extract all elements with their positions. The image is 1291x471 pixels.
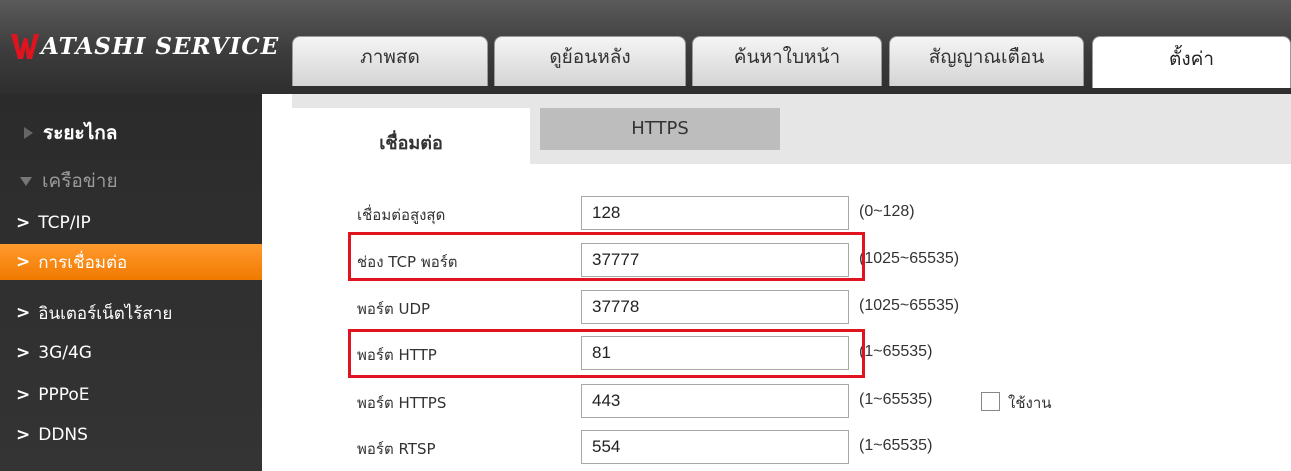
http-port-highlight-box (348, 329, 865, 378)
tcp-port-range: (1025~65535) (859, 250, 960, 267)
rtsp-port-range: (1~65535) (859, 437, 933, 454)
sidebar-item-label: 3G/4G (38, 343, 92, 363)
rtsp-port-label: พอร์ต RTSP (357, 440, 436, 458)
https-port-range: (1~65535) (859, 391, 933, 408)
main-panel: เชื่อมต่อ HTTPS เชื่อมต่อสูงสุด (0~128) … (262, 94, 1291, 471)
subtab-connection[interactable]: เชื่อมต่อ (292, 108, 530, 164)
sidebar-item-connection[interactable]: > การเชื่อมต่อ (0, 244, 262, 280)
sidebar-item-tcpip[interactable]: > TCP/IP (0, 206, 262, 240)
chevron-right-icon: > (16, 303, 31, 323)
chevron-right-icon: > (16, 213, 31, 233)
sidebar: ระยะไกล เครือข่าย > TCP/IP > การเชื่อมต่… (0, 94, 262, 471)
tab-label: ภาพสด (360, 46, 420, 68)
subtab-https[interactable]: HTTPS (540, 108, 780, 150)
udp-port-input[interactable] (581, 290, 849, 324)
udp-port-label: พอร์ต UDP (357, 300, 431, 318)
tab-label: ดูย้อนหลัง (549, 46, 631, 68)
https-enable-label: ใช้งาน (1008, 394, 1052, 412)
sidebar-item-label: อินเตอร์เน็ตไร้สาย (38, 303, 173, 324)
chevron-right-icon: > (16, 252, 31, 272)
sidebar-item-label: การเชื่อมต่อ (38, 252, 128, 273)
connection-form: เชื่อมต่อสูงสุด (0~128) ช่อง TCP พอร์ต (… (292, 164, 1291, 471)
sidebar-item-label: DDNS (38, 425, 88, 445)
main-tabs: ภาพสด ดูย้อนหลัง ค้นหาใบหน้า สัญญาณเตือน… (292, 36, 1291, 94)
tab-alarm[interactable]: สัญญาณเตือน (889, 36, 1084, 86)
tab-label: ค้นหาใบหน้า (733, 46, 841, 68)
subtab-label: เชื่อมต่อ (379, 133, 443, 154)
sidebar-item-3g4g[interactable]: > 3G/4G (0, 336, 262, 370)
subtabs-bar: เชื่อมต่อ HTTPS (292, 94, 1291, 164)
subtab-label: HTTPS (631, 118, 689, 139)
collapsed-arrow-icon (24, 127, 33, 139)
tab-label: สัญญาณเตือน (928, 46, 1045, 68)
chevron-right-icon: > (16, 385, 31, 405)
tcp-port-highlight-box (348, 232, 865, 281)
header-bar: ATASHI SERVICE ภาพสด ดูย้อนหลัง ค้นหาใบห… (0, 0, 1291, 94)
form-row-https-port: พอร์ต HTTPS (1~65535) ใช้งาน (292, 382, 1291, 422)
tab-label: ตั้งค่า (1169, 48, 1214, 70)
sidebar-item-pppoe[interactable]: > PPPoE (0, 378, 262, 412)
chevron-right-icon: > (16, 425, 31, 445)
app-window: ATASHI SERVICE ภาพสด ดูย้อนหลัง ค้นหาใบห… (0, 0, 1291, 471)
tab-face-search[interactable]: ค้นหาใบหน้า (692, 36, 882, 86)
max-connection-range: (0~128) (859, 203, 915, 220)
https-port-label: พอร์ต HTTPS (357, 394, 447, 412)
sidebar-item-wifi[interactable]: > อินเตอร์เน็ตไร้สาย (0, 296, 262, 330)
logo-w-icon (11, 34, 39, 59)
tab-settings[interactable]: ตั้งค่า (1092, 36, 1291, 88)
brand-name: ATASHI SERVICE (41, 32, 280, 60)
sidebar-group-remote[interactable]: ระยะไกล (0, 118, 262, 148)
sidebar-group-label: ระยะไกล (43, 122, 118, 144)
chevron-right-icon: > (16, 343, 31, 363)
brand-logo: ATASHI SERVICE (10, 26, 279, 66)
https-enable-checkbox[interactable] (981, 392, 1000, 411)
sidebar-group-label: เครือข่าย (42, 170, 118, 192)
sidebar-item-label: TCP/IP (38, 213, 91, 233)
rtsp-port-input[interactable] (581, 430, 849, 464)
sidebar-group-network[interactable]: เครือข่าย (0, 166, 262, 196)
http-port-range: (1~65535) (859, 343, 933, 360)
sidebar-item-ddns[interactable]: > DDNS (0, 418, 262, 452)
tab-live-view[interactable]: ภาพสด (292, 36, 488, 86)
tab-playback[interactable]: ดูย้อนหลัง (494, 36, 686, 86)
max-connection-label: เชื่อมต่อสูงสุด (357, 206, 446, 224)
form-row-max-connection: เชื่อมต่อสูงสุด (0~128) (292, 194, 1291, 234)
form-row-udp-port: พอร์ต UDP (1025~65535) (292, 288, 1291, 328)
udp-port-range: (1025~65535) (859, 297, 960, 314)
sidebar-item-label: PPPoE (38, 385, 90, 405)
https-port-input[interactable] (581, 384, 849, 418)
max-connection-input[interactable] (581, 196, 849, 230)
expanded-arrow-icon (20, 176, 32, 186)
form-row-rtsp-port: พอร์ต RTSP (1~65535) (292, 428, 1291, 468)
